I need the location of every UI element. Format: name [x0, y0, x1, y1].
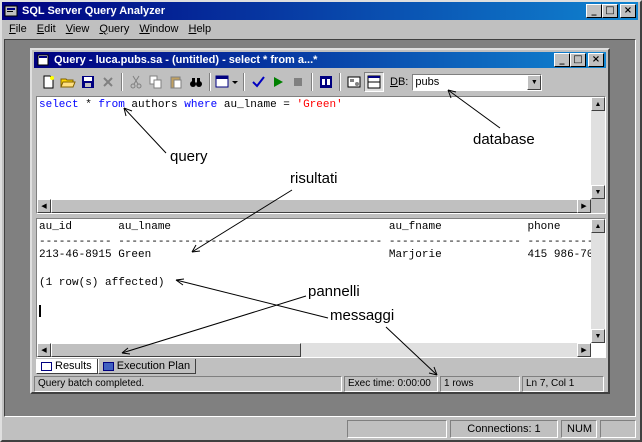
scroll-left-icon[interactable]: ◀: [37, 343, 51, 357]
status-empty: [347, 420, 447, 438]
menu-edit[interactable]: Edit: [32, 23, 61, 35]
results-mode-icon[interactable]: [214, 72, 240, 92]
result-tabs: Results Execution Plan: [36, 359, 197, 375]
tab-execution-plan[interactable]: Execution Plan: [97, 359, 197, 374]
menu-help[interactable]: Help: [183, 23, 216, 35]
minimize-button[interactable]: _: [586, 4, 602, 18]
execution-plan-icon: [102, 361, 114, 371]
properties-icon[interactable]: [344, 72, 364, 92]
annotation-query: query: [170, 148, 208, 165]
cut-icon[interactable]: [126, 72, 146, 92]
query-vertical-scrollbar[interactable]: ▲ ▼: [591, 97, 605, 199]
row-count: 1 rows: [440, 376, 520, 392]
stop-icon[interactable]: [288, 72, 308, 92]
paste-icon[interactable]: [166, 72, 186, 92]
query-text[interactable]: select * from authors where au_lname = '…: [39, 99, 343, 111]
menu-file[interactable]: File: [4, 23, 32, 35]
results-horizontal-scrollbar[interactable]: ◀ ▶: [37, 343, 591, 357]
maximize-button[interactable]: □: [602, 4, 618, 18]
new-query-icon[interactable]: [38, 72, 58, 92]
toolbar-separator: [339, 73, 341, 91]
app-title-bar[interactable]: SQL Server Query Analyzer _ □ ×: [2, 2, 638, 20]
menu-bar: File Edit View Query Window Help: [4, 20, 216, 38]
app-icon: [4, 4, 18, 18]
scroll-left-icon[interactable]: ◀: [37, 199, 51, 213]
grid-icon: [41, 361, 52, 371]
copy-icon[interactable]: [146, 72, 166, 92]
tab-results[interactable]: Results: [36, 359, 98, 374]
query-window-icon: [36, 53, 50, 67]
menu-window[interactable]: Window: [134, 23, 183, 35]
results-vertical-scrollbar[interactable]: ▲ ▼: [591, 219, 605, 343]
query-window-title-bar[interactable]: Query - luca.pubs.sa - (untitled) - sele…: [34, 52, 606, 68]
query-editor-pane[interactable]: select * from authors where au_lname = '…: [36, 96, 606, 214]
status-empty: [600, 420, 636, 438]
app-title: SQL Server Query Analyzer: [22, 5, 166, 17]
results-pane-toggle-icon[interactable]: [364, 72, 384, 92]
scroll-corner: [591, 199, 605, 213]
toolbar-separator: [243, 73, 245, 91]
find-binoculars-icon[interactable]: [186, 72, 206, 92]
scroll-right-icon[interactable]: ▶: [577, 199, 591, 213]
scroll-down-icon[interactable]: ▼: [591, 329, 605, 343]
execute-play-icon[interactable]: [268, 72, 288, 92]
toolbar-separator: [311, 73, 313, 91]
scroll-right-icon[interactable]: ▶: [577, 343, 591, 357]
display-plan-icon[interactable]: [316, 72, 336, 92]
scroll-down-icon[interactable]: ▼: [591, 185, 605, 199]
query-horizontal-scrollbar[interactable]: ◀ ▶: [37, 199, 591, 213]
query-toolbar: DpubsB: pubs ▼: [34, 70, 606, 94]
toolbar-separator: [121, 73, 123, 91]
status-message: Query batch completed.: [34, 376, 342, 392]
child-minimize-button[interactable]: _: [554, 53, 570, 67]
annotation-database: database: [473, 131, 535, 148]
menu-query[interactable]: Query: [94, 23, 134, 35]
menu-view[interactable]: View: [61, 23, 95, 35]
annotation-messaggi: messaggi: [330, 307, 395, 324]
results-separator-row: ----------- ----------------------------…: [39, 236, 606, 248]
parse-check-icon[interactable]: [248, 72, 268, 92]
annotation-risultati: risultati: [290, 170, 338, 187]
toolbar-separator: [209, 73, 211, 91]
annotation-pannelli: pannelli: [308, 283, 360, 300]
query-window: Query - luca.pubs.sa - (untitled) - sele…: [30, 48, 610, 394]
connections-count: Connections: 1: [450, 420, 558, 438]
exec-time: Exec time: 0:00:00: [344, 376, 438, 392]
num-lock-indicator: NUM: [561, 420, 597, 438]
text-cursor: [39, 305, 41, 317]
scroll-up-icon[interactable]: ▲: [591, 219, 605, 233]
save-icon[interactable]: [78, 72, 98, 92]
database-select[interactable]: pubs ▼: [412, 73, 543, 91]
open-folder-icon[interactable]: [58, 72, 78, 92]
delete-icon[interactable]: [98, 72, 118, 92]
app-status-bar: Connections: 1 NUM: [4, 420, 636, 438]
query-window-title: Query - luca.pubs.sa - (untitled) - sele…: [54, 54, 318, 66]
database-label: DpubsB:: [390, 76, 409, 88]
scroll-thumb[interactable]: [51, 343, 301, 357]
results-message: (1 row(s) affected): [39, 277, 165, 289]
query-status-bar: Query batch completed. Exec time: 0:00:0…: [34, 376, 606, 392]
table-row[interactable]: 213-46-8915 Green Marjorie 415 986-7020: [39, 249, 605, 261]
child-close-button[interactable]: ×: [588, 53, 604, 67]
cursor-position: Ln 7, Col 1: [522, 376, 604, 392]
scroll-up-icon[interactable]: ▲: [591, 97, 605, 111]
database-select-value: pubs: [415, 75, 440, 88]
close-button[interactable]: ×: [620, 4, 636, 18]
child-maximize-button[interactable]: □: [570, 53, 586, 67]
scroll-thumb[interactable]: [51, 199, 581, 213]
chevron-down-icon[interactable]: ▼: [527, 74, 542, 90]
results-header-row: au_id au_lname au_fname phone: [39, 221, 561, 233]
